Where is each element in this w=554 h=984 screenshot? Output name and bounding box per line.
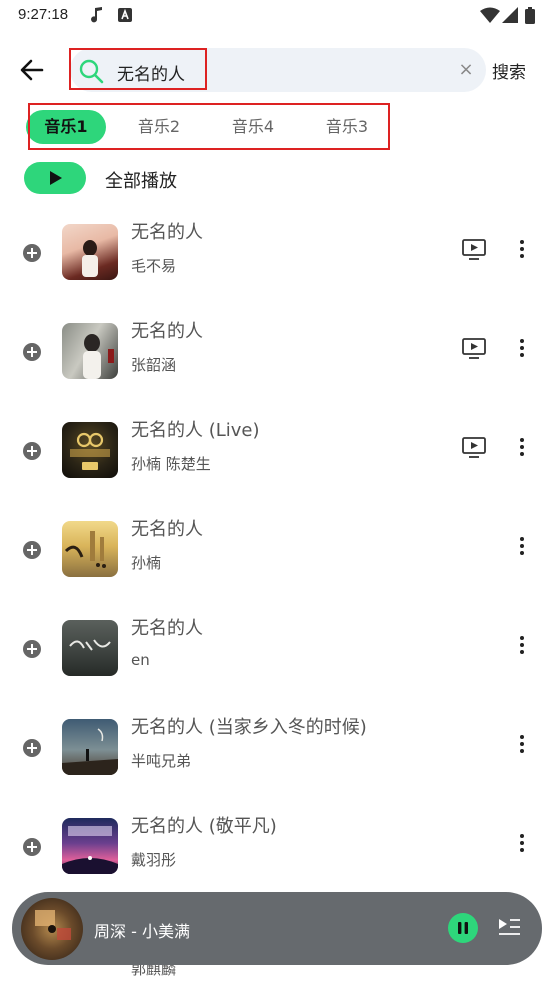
play-icon [50, 171, 62, 185]
mv-icon[interactable] [462, 436, 486, 458]
album-cover [62, 224, 118, 280]
wifi-icon [480, 7, 500, 27]
add-circle-icon[interactable] [22, 639, 42, 659]
now-playing-cover [21, 898, 83, 960]
play-all-label[interactable]: 全部播放 [105, 167, 177, 193]
add-circle-icon[interactable] [22, 738, 42, 758]
now-playing-title[interactable]: 周深 - 小美满 [94, 918, 190, 942]
play-all-button[interactable] [24, 162, 86, 194]
add-circle-icon[interactable] [22, 243, 42, 263]
song-row[interactable]: 无名的人 (当家乡入冬的时候) 半吨兄弟 [0, 702, 554, 801]
song-title: 无名的人 [131, 222, 203, 243]
pause-icon [458, 922, 468, 934]
add-circle-icon[interactable] [22, 342, 42, 362]
add-circle-icon[interactable] [22, 441, 42, 461]
add-circle-icon[interactable] [22, 837, 42, 857]
clear-icon[interactable]: × [454, 58, 478, 82]
more-vertical-icon[interactable] [514, 534, 530, 558]
music-note-icon [90, 7, 104, 27]
song-row[interactable]: 无名的人 (敬平凡) 戴羽彤 [0, 801, 554, 900]
more-vertical-icon[interactable] [514, 732, 530, 756]
signal-icon [502, 7, 518, 27]
song-row[interactable]: 无名的人 孙楠 [0, 504, 554, 603]
song-title: 无名的人 (敬平凡) [131, 816, 277, 837]
song-artist: 张韶涵 [131, 356, 177, 374]
album-cover [62, 521, 118, 577]
song-artist: 孙楠 陈楚生 [131, 455, 211, 473]
status-bar: 9:27:18 [0, 0, 554, 32]
back-arrow-icon[interactable] [16, 54, 48, 86]
more-vertical-icon[interactable] [514, 435, 530, 459]
battery-icon [525, 7, 535, 28]
song-artist: 半吨兄弟 [131, 752, 192, 770]
notification-a-icon [118, 7, 132, 27]
more-vertical-icon[interactable] [514, 633, 530, 657]
mv-icon[interactable] [462, 337, 486, 359]
album-cover [62, 323, 118, 379]
song-artist: 戴羽彤 [131, 851, 177, 869]
album-cover [62, 620, 118, 676]
song-artist: 毛不易 [131, 257, 177, 275]
song-row[interactable]: 无名的人 毛不易 [0, 207, 554, 306]
mini-player[interactable]: 周深 - 小美满 [12, 892, 542, 965]
song-title: 无名的人 [131, 321, 203, 342]
more-vertical-icon[interactable] [514, 237, 530, 261]
highlight-box-search [69, 48, 207, 90]
album-cover [62, 422, 118, 478]
song-row[interactable]: 无名的人 (Live) 孙楠 陈楚生 [0, 405, 554, 504]
more-vertical-icon[interactable] [514, 831, 530, 855]
more-vertical-icon[interactable] [514, 336, 530, 360]
song-row[interactable]: 无名的人 en [0, 603, 554, 702]
queue-icon[interactable] [496, 914, 522, 940]
search-button[interactable]: 搜索 [492, 58, 526, 83]
pause-button[interactable] [448, 913, 478, 943]
song-artist: 孙楠 [131, 554, 162, 572]
song-title: 无名的人 (Live) [131, 420, 260, 441]
song-title: 无名的人 [131, 519, 203, 540]
mv-icon[interactable] [462, 238, 486, 260]
song-title: 无名的人 [131, 618, 203, 639]
status-time: 9:27:18 [18, 6, 69, 23]
song-artist: en [131, 651, 150, 669]
album-cover [62, 719, 118, 775]
add-circle-icon[interactable] [22, 540, 42, 560]
highlight-box-tabs [28, 103, 390, 150]
album-cover [62, 818, 118, 874]
song-row[interactable]: 无名的人 张韶涵 [0, 306, 554, 405]
song-title: 无名的人 (当家乡入冬的时候) [131, 717, 367, 738]
